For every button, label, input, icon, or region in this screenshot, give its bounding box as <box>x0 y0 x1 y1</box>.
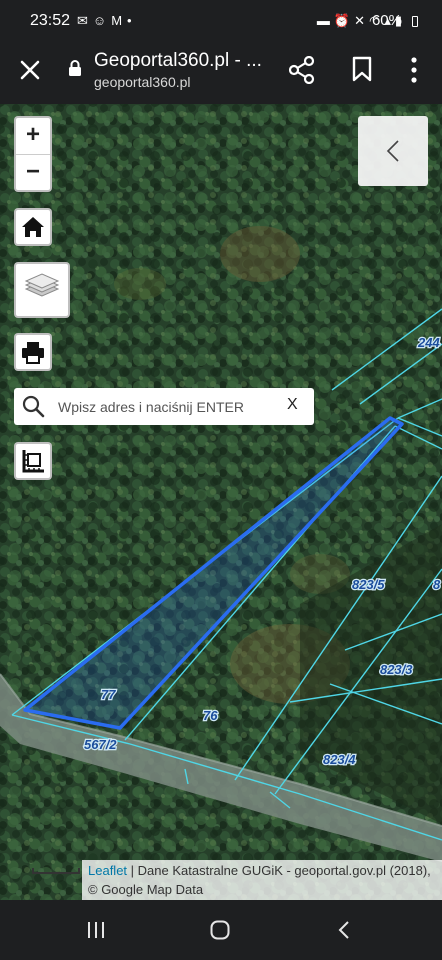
parcel-label-76: 76 <box>203 708 218 723</box>
layers-icon <box>24 273 60 297</box>
leaflet-link[interactable]: Leaflet <box>88 863 127 878</box>
measure-button[interactable] <box>14 442 52 480</box>
parcel-label-823-4: 823/4 <box>323 752 356 767</box>
layers-button[interactable] <box>14 262 70 318</box>
address-search-bar: X <box>14 388 314 425</box>
more-menu-icon[interactable] <box>404 56 424 84</box>
zoom-in-button[interactable]: + <box>16 118 50 154</box>
chevron-left-icon <box>386 140 399 162</box>
lock-icon <box>69 60 81 76</box>
attribution-text: | Dane Katastralne GUGiK - geoportal.gov… <box>88 863 431 897</box>
scale-bar <box>32 868 80 874</box>
ruler-icon <box>22 450 44 473</box>
close-icon[interactable] <box>18 58 42 82</box>
address-search-input[interactable] <box>58 388 264 425</box>
search-clear-button[interactable]: X <box>287 396 298 414</box>
battery-icon <box>412 16 418 27</box>
map-view[interactable]: 77 76 567/2 823/5 823/3 823/4 244 8 + − <box>0 104 442 900</box>
page-url[interactable]: geoportal360.pl <box>94 74 191 90</box>
home-icon <box>22 217 44 237</box>
system-nav-bar <box>0 900 442 960</box>
satellite-map[interactable]: 77 76 567/2 823/5 823/3 823/4 244 8 <box>0 104 442 900</box>
parcel-label-8: 8 <box>433 577 441 592</box>
parcel-label-77: 77 <box>101 687 116 702</box>
page-title: Geoportal360.pl - ... <box>94 50 262 71</box>
face-notification-icon: ☺ <box>92 13 107 28</box>
browser-toolbar: Geoportal360.pl - ... geoportal360.pl <box>0 44 442 104</box>
printer-icon <box>22 342 44 364</box>
alarm-icon: ⏰ <box>333 13 351 28</box>
home-nav-icon[interactable] <box>210 920 230 940</box>
mail-notification-icon: ✉ <box>77 13 88 28</box>
search-icon[interactable] <box>21 394 45 418</box>
parcel-label-823-5: 823/5 <box>352 577 385 592</box>
gmail-notification-icon: M <box>111 13 123 28</box>
more-notifications-dot-icon: • <box>127 13 132 28</box>
map-attribution: Leaflet | Dane Katastralne GUGiK - geopo… <box>82 860 442 900</box>
recent-apps-icon[interactable] <box>86 920 106 940</box>
zoom-out-button[interactable]: − <box>16 154 50 190</box>
back-nav-icon[interactable] <box>337 920 351 940</box>
notification-icons: ✉ ☺ M • <box>77 13 132 29</box>
share-icon[interactable] <box>289 56 315 84</box>
side-panel-toggle[interactable] <box>358 116 428 186</box>
bookmark-icon[interactable] <box>352 56 372 82</box>
parcel-label-823-3: 823/3 <box>380 662 413 677</box>
battery-percent: 60% <box>371 12 402 29</box>
sleep-mode-icon: ▬ <box>316 13 330 28</box>
print-button[interactable] <box>14 333 52 371</box>
home-button[interactable] <box>14 208 52 246</box>
parcel-label-244: 244 <box>417 335 440 350</box>
status-bar: 23:52 ✉ ☺ M • ▬ ⏰ ✕ ◠ ▴ ▮ 60% <box>0 0 442 44</box>
parcel-label-567-2: 567/2 <box>84 737 117 752</box>
zoom-control: + − <box>14 116 52 192</box>
status-time: 23:52 <box>30 12 71 29</box>
mute-icon: ✕ <box>354 13 365 28</box>
